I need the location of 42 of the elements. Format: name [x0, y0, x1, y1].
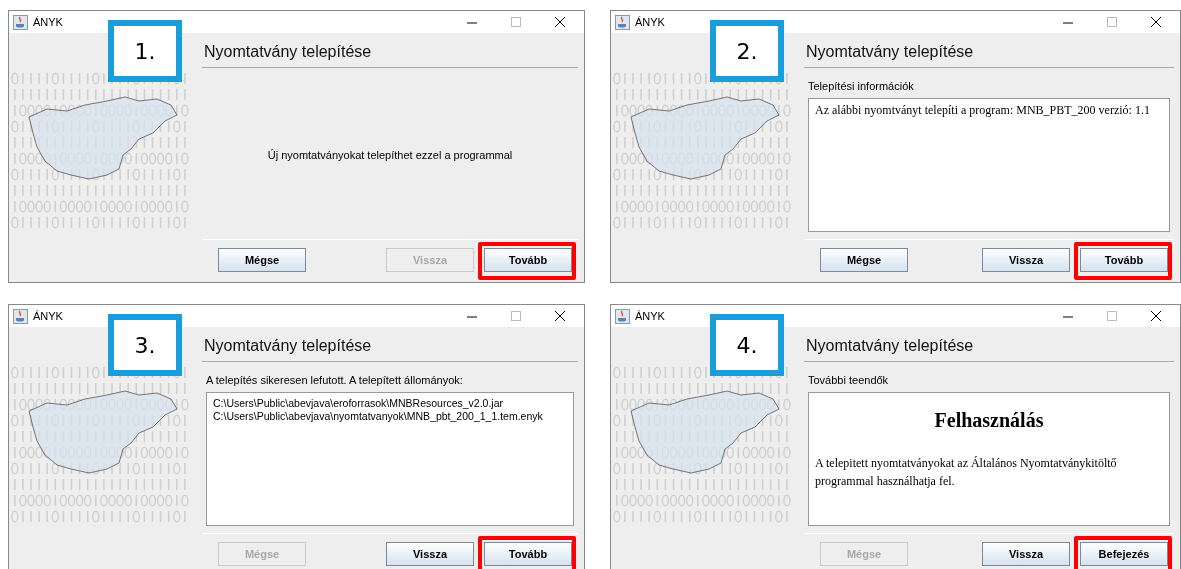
- info-text-area: Az alábbi nyomtványt telepíti a program: MNB_PBT_200 verzió: 1.1: [808, 98, 1170, 232]
- close-icon: [554, 310, 566, 322]
- wizard-heading: Nyomtatvány telepítése: [804, 43, 1174, 68]
- wizard-button[interactable]: Vissza: [982, 248, 1070, 272]
- wizard-heading: Nyomtatvány telepítése: [804, 337, 1174, 362]
- window-title: ÁNYK: [33, 310, 63, 322]
- wizard-button[interactable]: Befejezés: [1080, 542, 1168, 566]
- close-icon: [1150, 310, 1162, 322]
- maximize-icon: [510, 16, 522, 28]
- wizard-button[interactable]: Mégse: [218, 248, 306, 272]
- section-label: További teendők: [808, 374, 890, 386]
- window-title: ÁNYK: [33, 16, 63, 28]
- message-text: Új nyomtatványokat telepíthet ezzel a programmal: [266, 147, 514, 163]
- section-label: A telepítés sikeresen lefutott. A telepített állományok:: [206, 374, 464, 386]
- close-icon: [554, 16, 566, 28]
- window-title: ÁNYK: [635, 16, 665, 28]
- java-cup-icon: [13, 14, 28, 30]
- file-path: C:\Users\Public\abevjava\nyomtatvanyok\MNB_pbt_200_1_1.tem.enyk: [213, 410, 544, 422]
- java-cup-icon: [13, 308, 28, 324]
- step-number: 3.: [108, 314, 182, 376]
- java-cup-icon: [615, 14, 630, 30]
- wizard-button[interactable]: Tovább: [484, 542, 572, 566]
- step-number: 1.: [108, 20, 182, 82]
- info-paragraph: A telepitett nyomtatványokat az Általános Nyomtatványkitöltő programmal használhatja fel.: [815, 455, 1118, 490]
- wizard-button[interactable]: Mégse: [820, 248, 908, 272]
- wizard-button[interactable]: Tovább: [484, 248, 572, 272]
- maximize-icon: [510, 310, 522, 322]
- wizard-button[interactable]: Vissza: [386, 542, 474, 566]
- java-cup-icon: [615, 308, 630, 324]
- step-number: 2.: [710, 20, 784, 82]
- wizard-heading: Nyomtatvány telepítése: [202, 43, 578, 68]
- wizard-button[interactable]: Vissza: [982, 542, 1070, 566]
- maximize-icon: [1106, 310, 1118, 322]
- maximize-icon: [1106, 16, 1118, 28]
- step-number: 4.: [710, 314, 784, 376]
- section-label: Telepítési információk: [808, 80, 915, 92]
- window-title: ÁNYK: [635, 310, 665, 322]
- file-path: C:\Users\Public\abevjava\eroforrasok\MNBResources_v2.0.jar: [213, 397, 505, 409]
- info-heading: Felhasználás: [933, 409, 1045, 432]
- wizard-button[interactable]: Tovább: [1080, 248, 1168, 272]
- wizard-heading: Nyomtatvány telepítése: [202, 337, 578, 362]
- close-icon: [1150, 16, 1162, 28]
